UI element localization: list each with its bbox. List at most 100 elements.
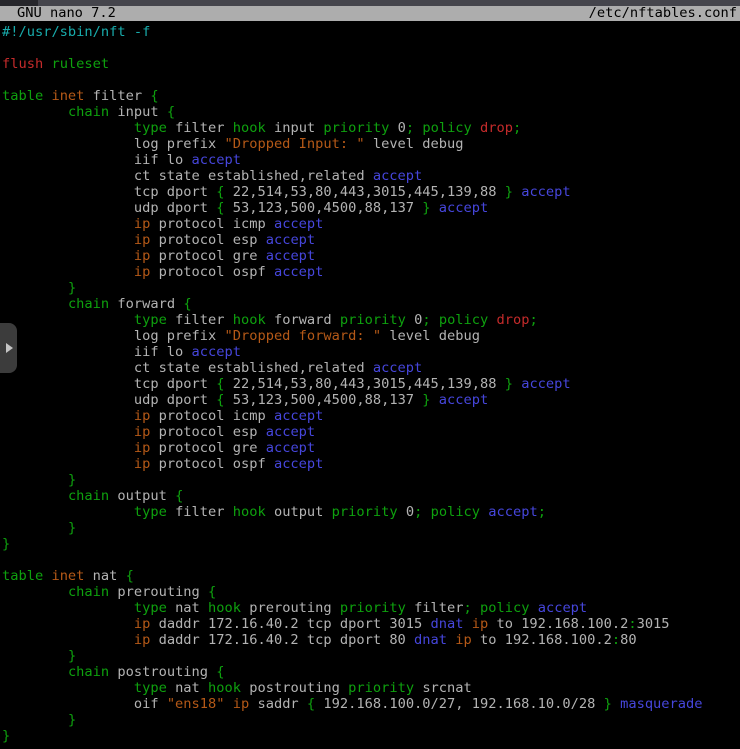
code-line: ip protocol ospf accept — [2, 264, 740, 280]
code-line: ip protocol icmp accept — [2, 408, 740, 424]
code-token: dnat — [414, 632, 447, 648]
code-line: ct state established,related accept — [2, 168, 740, 184]
code-token: policy — [431, 504, 480, 520]
code-token: filter — [406, 600, 464, 616]
nano-titlebar: GNU nano 7.2 /etc/nftables.conf — [0, 6, 740, 21]
code-line: iif lo accept — [2, 344, 740, 360]
code-token: hook — [233, 312, 266, 328]
code-token: prerouting — [241, 600, 340, 616]
code-token — [2, 712, 68, 728]
code-line: ip protocol ospf accept — [2, 456, 740, 472]
code-token: ct state established,related — [2, 360, 373, 376]
code-line: type filter hook input priority 0; polic… — [2, 120, 740, 136]
code-token — [2, 600, 134, 616]
side-panel-toggle[interactable] — [0, 323, 17, 373]
code-token: 80 — [620, 632, 636, 648]
editor-text[interactable]: #!/usr/sbin/nft -f flush ruleset table i… — [0, 21, 740, 744]
code-token: ; — [422, 312, 430, 328]
code-token: 53,123,500,4500,88,137 — [225, 392, 423, 408]
code-token: priority — [340, 600, 406, 616]
code-token — [2, 456, 134, 472]
code-token: input — [109, 104, 167, 120]
code-token: type — [134, 312, 167, 328]
code-token: drop — [497, 312, 530, 328]
code-token: } — [68, 712, 76, 728]
code-token — [2, 312, 134, 328]
code-token: ; — [538, 504, 546, 520]
code-token: { — [126, 568, 134, 584]
code-token: chain — [68, 488, 109, 504]
code-line: flush ruleset — [2, 56, 740, 72]
code-token: "ens18" — [167, 696, 225, 712]
code-line: ip daddr 172.16.40.2 tcp dport 3015 dnat… — [2, 616, 740, 632]
code-token: log prefix — [2, 136, 225, 152]
code-token: prerouting — [109, 584, 208, 600]
code-token: output — [109, 488, 175, 504]
code-token — [529, 600, 537, 616]
code-token — [2, 280, 68, 296]
code-token: accept — [373, 168, 422, 184]
code-token: "Dropped Input: " — [225, 136, 365, 152]
code-token: protocol icmp — [150, 216, 274, 232]
code-token: hook — [233, 120, 266, 136]
code-token — [488, 312, 496, 328]
code-token: postrouting — [241, 680, 348, 696]
code-token: : — [612, 632, 620, 648]
code-token: accept — [521, 376, 570, 392]
code-token: tcp dport — [2, 376, 216, 392]
code-token — [2, 472, 68, 488]
code-token: { — [216, 184, 224, 200]
code-token — [464, 616, 472, 632]
code-token: to 192.168.100.2 — [472, 632, 612, 648]
code-token: } — [68, 520, 76, 536]
code-token — [2, 584, 68, 600]
code-token: 0 — [406, 312, 422, 328]
code-token: accept — [274, 456, 323, 472]
window-chrome-strip — [0, 0, 740, 6]
code-token: accept — [439, 200, 488, 216]
code-token: accept — [274, 264, 323, 280]
code-token: ip — [134, 248, 150, 264]
code-token: inet — [51, 568, 84, 584]
code-line: type filter hook forward priority 0; pol… — [2, 312, 740, 328]
code-token: ip — [134, 456, 150, 472]
code-token: ip — [134, 440, 150, 456]
code-token: inet — [51, 88, 84, 104]
code-token: saddr — [249, 696, 307, 712]
code-token: accept — [266, 440, 315, 456]
code-line: oif "ens18" ip saddr { 192.168.100.0/27,… — [2, 696, 740, 712]
code-token: #!/usr/sbin/nft -f — [2, 24, 150, 40]
code-line: ip protocol esp accept — [2, 232, 740, 248]
code-token — [472, 600, 480, 616]
code-token: dnat — [431, 616, 464, 632]
code-token: } — [422, 200, 430, 216]
code-token: { — [175, 488, 183, 504]
code-line: } — [2, 728, 740, 744]
code-token: ip — [455, 632, 471, 648]
code-token: filter — [84, 88, 150, 104]
code-token: priority — [348, 680, 414, 696]
code-token — [2, 120, 134, 136]
code-line: chain postrouting { — [2, 664, 740, 680]
code-token: accept — [274, 216, 323, 232]
code-token: { — [307, 696, 315, 712]
code-token: accept — [439, 392, 488, 408]
chevron-right-icon — [6, 343, 13, 353]
code-token: accept — [266, 232, 315, 248]
code-token: to 192.168.100.2 — [488, 616, 628, 632]
code-line: ip protocol esp accept — [2, 424, 740, 440]
code-token — [513, 184, 521, 200]
code-token — [2, 232, 134, 248]
code-token: } — [422, 392, 430, 408]
code-token: 0 — [398, 504, 414, 520]
code-token: tcp dport — [2, 184, 216, 200]
code-token — [2, 408, 134, 424]
code-token: } — [68, 280, 76, 296]
code-token: { — [183, 296, 191, 312]
code-token — [2, 632, 134, 648]
code-token: accept — [274, 408, 323, 424]
code-token: policy — [480, 600, 529, 616]
terminal-screen[interactable]: { "palette": { "default": "#b3b3b3", "gr… — [0, 0, 740, 749]
code-line: udp dport { 53,123,500,4500,88,137 } acc… — [2, 392, 740, 408]
code-token: ct state established,related — [2, 168, 373, 184]
